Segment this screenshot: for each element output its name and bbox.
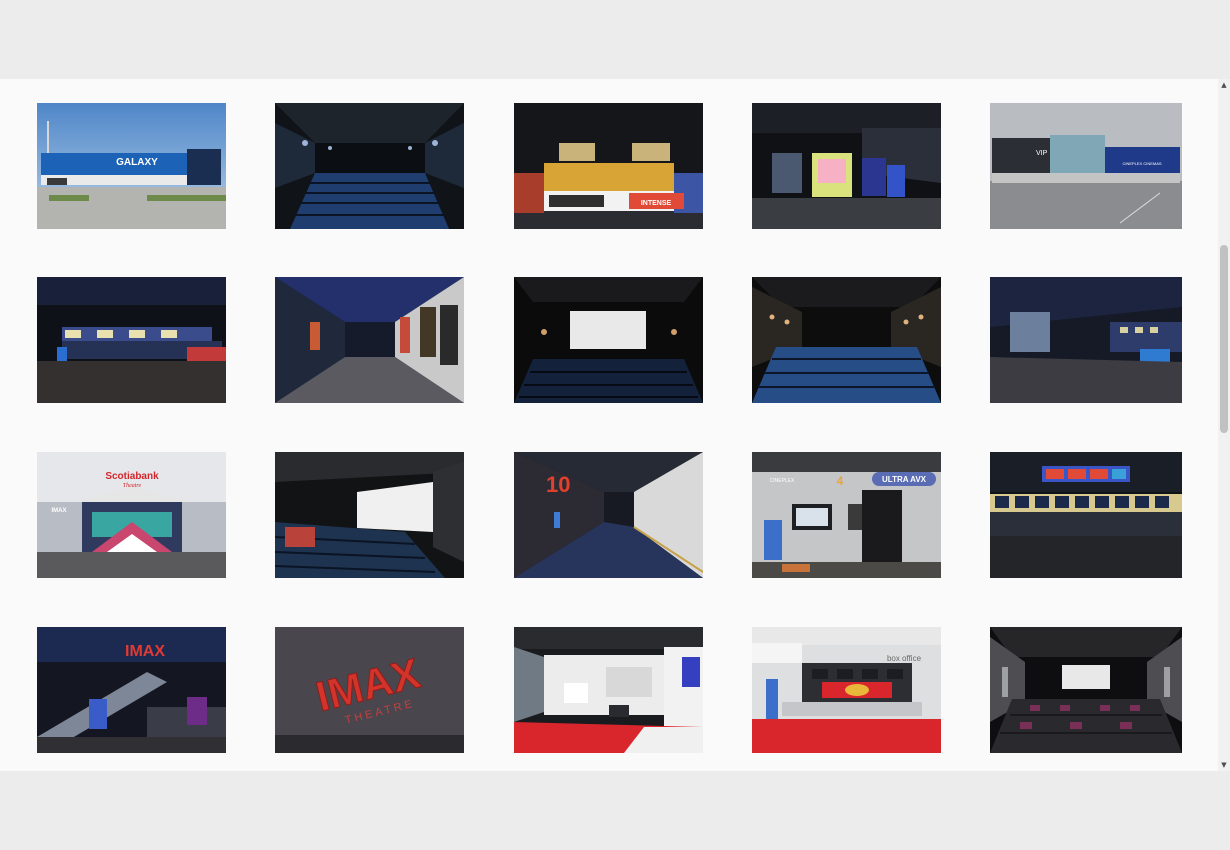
ultraavx-sign: ULTRA AVX [882,475,927,484]
gallery-photo-red-hallway[interactable]: 10 [514,452,703,578]
gallery-photo-auditorium-blue-seats[interactable] [275,103,464,229]
gallery-photo-concession-stand[interactable]: INTENSE [514,103,703,229]
gallery-photo-hallway-posters[interactable] [275,277,464,403]
theatre-sign: Theatre [123,483,142,489]
scroll-down-icon[interactable]: ▼ [1218,759,1230,771]
gallery-photo-cineplex-vip-exterior[interactable]: VIP CINEPLEX CINEMAS [990,103,1182,229]
vertical-scrollbar[interactable]: ▲ ▼ [1218,79,1230,771]
gallery-photo-auditorium-seats-lights[interactable] [752,277,941,403]
photo-gallery: GALAXY INTENSE VIP CINEPLEX CINEMAS Scot… [0,79,1218,771]
gallery-photo-white-lobby-red-floor[interactable] [514,627,703,753]
box-office-sign: box office [887,654,922,663]
scrollbar-thumb[interactable] [1220,245,1228,433]
gallery-photo-auditorium-side-view[interactable] [275,452,464,578]
gallery-photo-arcade-lobby[interactable] [752,103,941,229]
gallery-photo-lobby-concession-wide[interactable] [37,277,226,403]
gallery-photo-ultraavx-entrance[interactable]: ULTRA AVX 4 CINEPLEX [752,452,941,578]
gallery-photo-lobby-blue-lights[interactable] [990,277,1182,403]
scotiabank-sign: Scotiabank [105,471,159,482]
gallery-photo-box-office-red[interactable]: box office [752,627,941,753]
auditorium-number-sign: 10 [546,472,570,497]
gallery-photo-auditorium-screen[interactable] [514,277,703,403]
galaxy-sign: GALAXY [116,157,158,168]
gallery-photo-scotiabank-theatre-exterior[interactable]: Scotiabank Theatre IMAX [37,452,226,578]
gallery-photo-imax-theatre-sign[interactable]: IMAX THEATRE [275,627,464,753]
cineplex-cinemas-sign: CINEPLEX CINEMAS [1122,161,1161,166]
top-margin [0,0,1230,79]
scroll-up-icon[interactable]: ▲ [1218,79,1230,91]
imax-lobby-sign: IMAX [125,643,165,660]
bottom-margin [0,771,1230,850]
vip-sign: VIP [1036,150,1048,157]
imax-small-sign: IMAX [52,508,67,514]
intense-sign: INTENSE [641,200,672,207]
gallery-photo-concession-screens[interactable] [990,452,1182,578]
auditorium-4-sign: 4 [837,474,844,488]
gallery-photo-imax-escalator-lobby[interactable]: IMAX [37,627,226,753]
gallery-photo-galaxy-exterior[interactable]: GALAXY [37,103,226,229]
cineplex-small-sign: CINEPLEX [770,478,795,484]
gallery-photo-vip-auditorium-recliners[interactable] [990,627,1182,753]
